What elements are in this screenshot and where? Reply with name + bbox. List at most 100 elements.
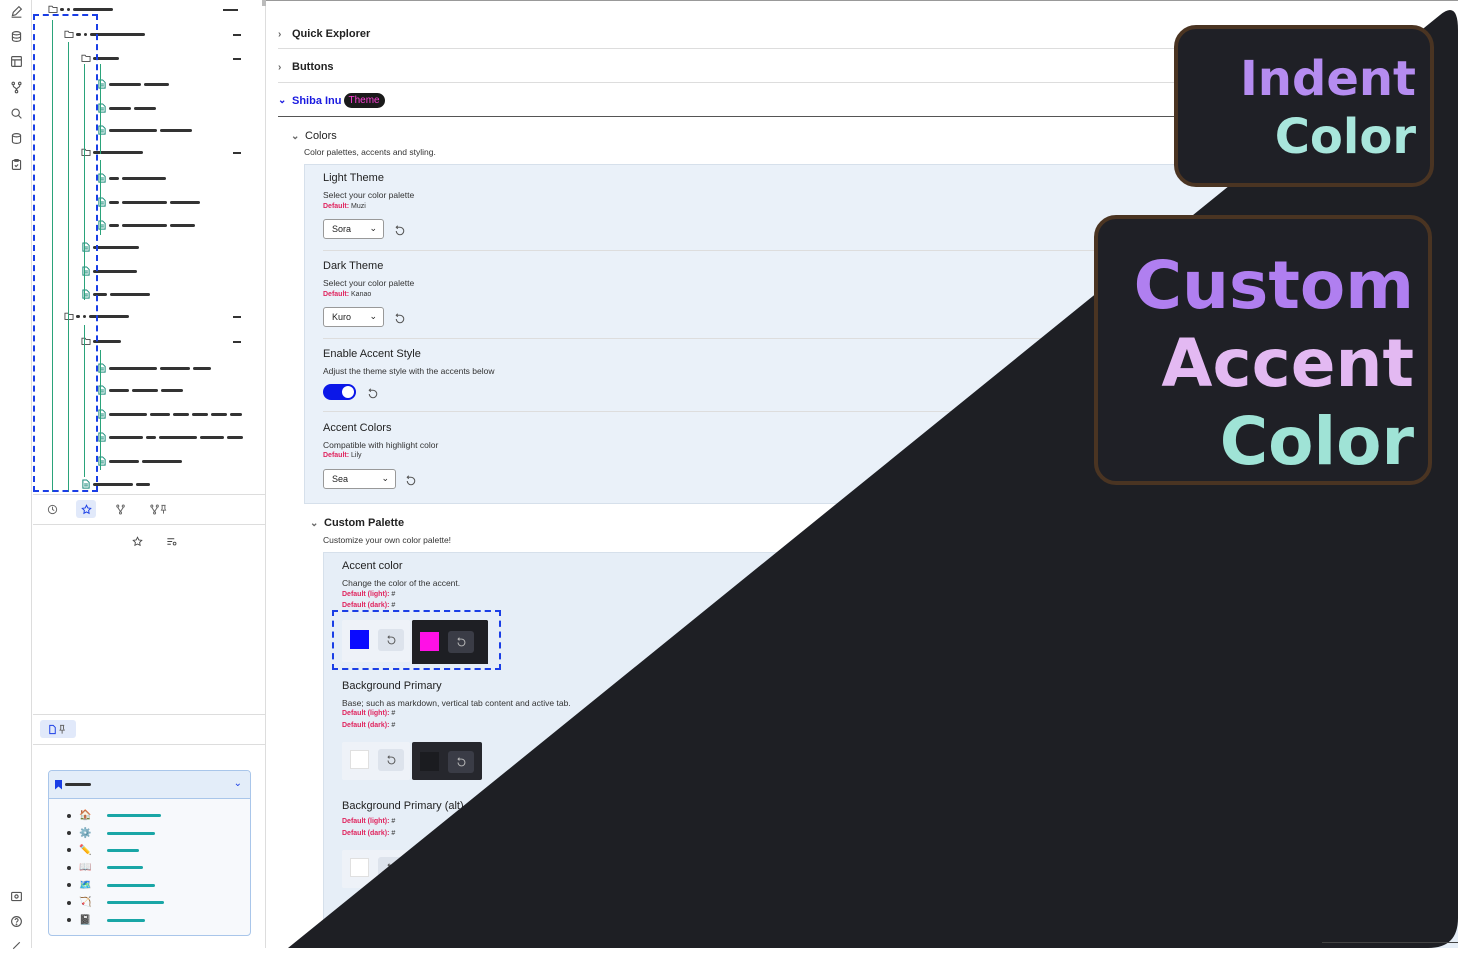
help-icon[interactable] — [9, 914, 23, 928]
file-item[interactable] — [97, 124, 195, 136]
file-item[interactable] — [97, 384, 186, 396]
file-icon — [97, 385, 107, 395]
bookmark-item[interactable]: 📓 — [67, 911, 250, 928]
graph-pin-icon[interactable] — [144, 500, 172, 518]
bg-primary-dark-reset[interactable] — [448, 751, 474, 773]
section-title: Buttons — [292, 61, 334, 73]
redacted-name — [109, 388, 129, 392]
database-icon[interactable] — [9, 29, 23, 43]
bg-secondary-name: Background Secondary — [342, 908, 457, 920]
redacted-link — [107, 918, 145, 922]
bg-primary-alt-light-reset[interactable] — [378, 857, 404, 879]
collapse-indicator[interactable] — [233, 58, 241, 60]
redacted-name — [60, 7, 64, 11]
bg-primary-alt-dark-reset[interactable] — [448, 859, 474, 881]
git-fork-icon[interactable] — [9, 80, 23, 94]
accent-style-name: Enable Accent Style — [323, 348, 421, 360]
file-icon — [97, 125, 107, 135]
section-title: Shiba Inu — [292, 94, 342, 107]
accent-style-toggle[interactable] — [323, 384, 356, 400]
bg-primary-default-dark: Default (dark): # — [342, 722, 395, 729]
collapse-indicator[interactable] — [233, 316, 241, 318]
bookmark-card-header[interactable]: ⌄ — [49, 771, 250, 799]
star-icon[interactable] — [76, 500, 96, 518]
collapse-indicator[interactable] — [223, 9, 238, 11]
reset-icon — [456, 864, 465, 874]
file-item[interactable] — [97, 78, 172, 90]
layout-icon[interactable] — [9, 54, 23, 68]
accent-colors-select[interactable]: Sea ⌄ — [323, 469, 396, 489]
card-line: Custom — [1133, 247, 1414, 324]
indent-guide — [100, 64, 101, 154]
bg-primary-alt-dark-swatch[interactable] — [420, 860, 439, 879]
chevron-down-icon: ⌄ — [369, 311, 377, 321]
section-quick-explorer[interactable]: › Quick Explorer — [278, 28, 370, 40]
section-buttons[interactable]: › Buttons — [278, 61, 334, 73]
bookmark-item[interactable]: 🏹 — [67, 894, 250, 911]
redacted-name — [109, 412, 147, 416]
settings-icon[interactable] — [9, 938, 23, 952]
bg-primary-light-reset[interactable] — [378, 749, 404, 771]
file-pin-tab[interactable] — [40, 720, 76, 738]
file-item[interactable] — [97, 219, 198, 231]
bookmark-item[interactable]: 📖 — [67, 859, 250, 876]
clipboard-check-icon[interactable] — [9, 157, 23, 171]
reset-icon[interactable] — [405, 474, 417, 486]
collapse-indicator[interactable] — [233, 34, 241, 36]
redacted-name — [173, 412, 189, 416]
colors-heading[interactable]: ⌄ Colors — [291, 130, 337, 142]
search-icon[interactable] — [9, 106, 23, 120]
clock-icon[interactable] — [42, 500, 62, 518]
accent-colors-desc: Compatible with highlight color — [323, 440, 439, 450]
emoji-icon: 🏠 — [79, 810, 92, 822]
database-icon[interactable] — [9, 131, 23, 145]
reset-icon[interactable] — [367, 387, 379, 399]
outline-tab-row — [40, 720, 76, 738]
redacted-name — [144, 82, 169, 86]
collapse-indicator[interactable] — [233, 152, 241, 154]
default-label: Default (light): — [342, 938, 390, 945]
bookmark-item[interactable]: 🗺️ — [67, 877, 250, 894]
bookmark-item[interactable]: ✏️ — [67, 842, 250, 859]
section-shiba-inu[interactable]: ⌄ Shiba Inu Theme — [278, 93, 385, 108]
collapse-indicator[interactable] — [233, 341, 241, 343]
file-item[interactable] — [97, 102, 159, 114]
star-icon[interactable] — [127, 532, 147, 550]
reset-icon — [386, 754, 395, 764]
custom-palette-heading[interactable]: ⌄ Custom Palette — [310, 517, 404, 529]
redacted-name — [109, 106, 131, 110]
list-filter-icon[interactable] — [161, 532, 181, 550]
folder-icon — [48, 4, 58, 14]
dark-theme-desc: Select your color palette — [323, 278, 415, 288]
vault-icon[interactable] — [9, 889, 23, 903]
edit-icon[interactable] — [9, 4, 23, 18]
select-value: Sea — [332, 474, 349, 484]
light-theme-select[interactable]: Sora ⌄ — [323, 219, 384, 239]
bg-primary-light-swatch[interactable] — [350, 750, 369, 769]
dark-theme-select[interactable]: Kuro ⌄ — [323, 307, 384, 327]
chevron-down-icon[interactable]: ⌄ — [234, 778, 242, 789]
bg-primary-alt-light-swatch[interactable] — [350, 858, 369, 877]
light-theme-desc: Select your color palette — [323, 190, 415, 200]
redacted-name — [136, 482, 150, 486]
reset-icon[interactable] — [394, 224, 406, 236]
file-item[interactable] — [97, 408, 245, 420]
file-item[interactable] — [97, 196, 203, 208]
bg-primary-dark-swatch[interactable] — [420, 752, 439, 771]
reset-icon[interactable] — [394, 312, 406, 324]
light-theme-name: Light Theme — [323, 172, 384, 184]
theme-badge: Theme — [343, 93, 385, 108]
file-item[interactable] — [97, 362, 214, 374]
file-item[interactable] — [97, 455, 185, 467]
redacted-name — [109, 128, 157, 132]
default-label: Default (light): — [342, 818, 390, 825]
graph-icon[interactable] — [110, 500, 130, 518]
bookmark-item[interactable]: 🏠 — [67, 807, 250, 824]
redacted-name — [93, 482, 133, 486]
bookmark-item[interactable]: ⚙️ — [67, 824, 250, 841]
file-item[interactable] — [97, 431, 246, 443]
accent-color-name: Accent color — [342, 560, 403, 572]
bullet — [67, 865, 71, 870]
file-item[interactable] — [97, 172, 169, 184]
bg-secondary-default-light: Default (light): # — [342, 938, 395, 945]
